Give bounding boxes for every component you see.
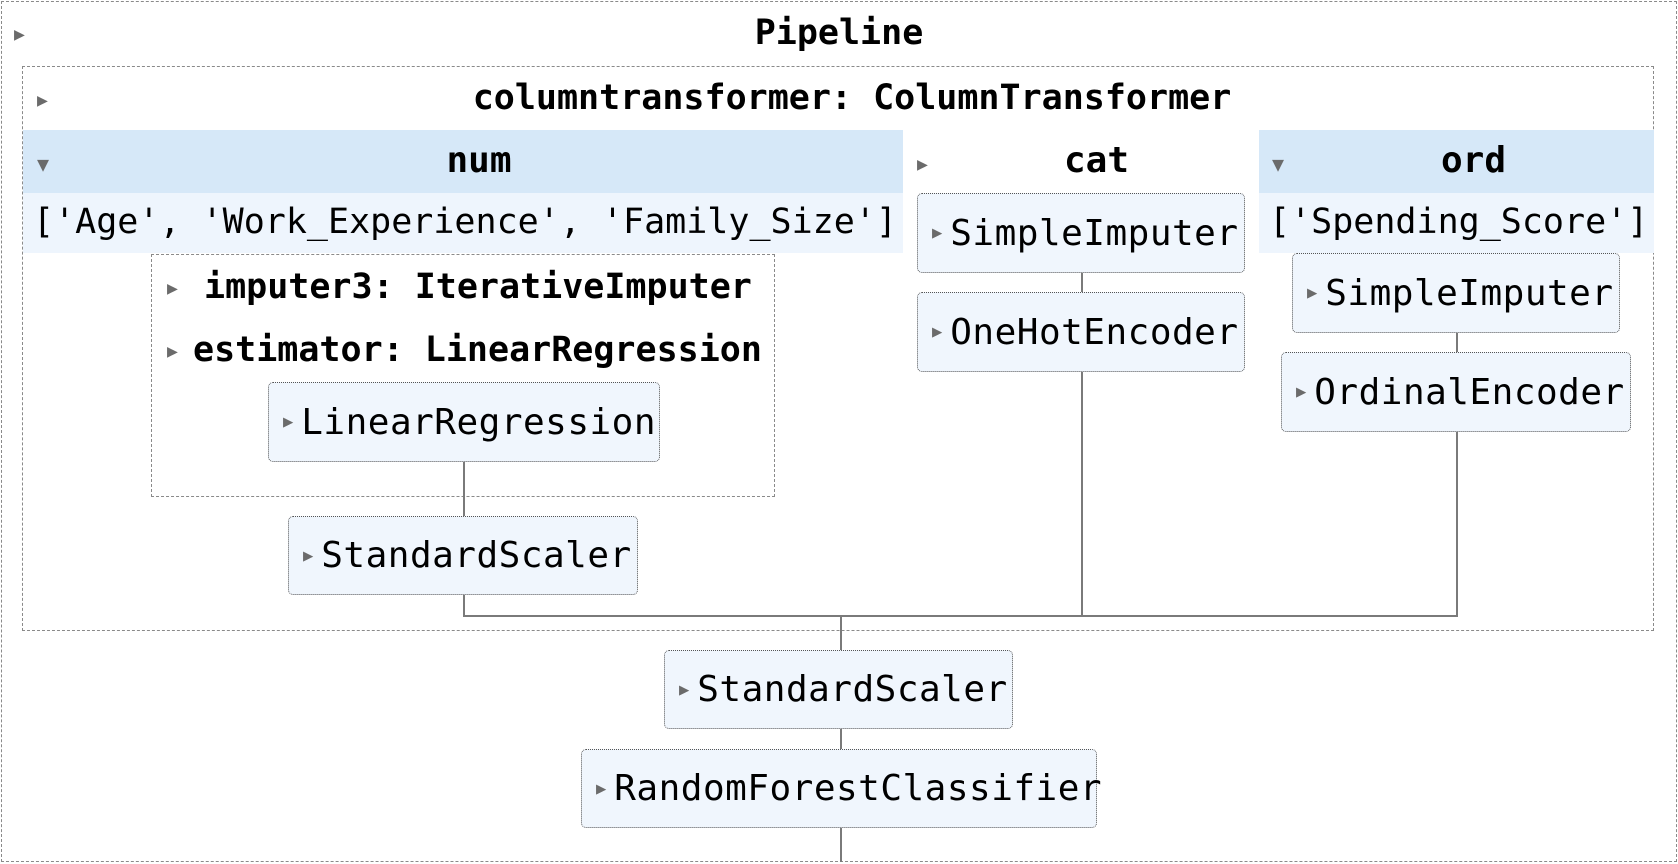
connector-merge-horizontal xyxy=(463,615,1458,617)
connector-classifier-down xyxy=(840,828,842,862)
cat-simpleimputer-expand-icon: ▶ xyxy=(932,223,943,243)
num-standardscaler-step[interactable]: ▶ StandardScaler xyxy=(288,516,638,595)
connector-cat-between xyxy=(1081,273,1083,292)
cat-onehotencoder-step[interactable]: ▶ OneHotEncoder xyxy=(917,292,1245,372)
ord-simpleimputer-expand-icon: ▶ xyxy=(1307,283,1318,303)
ord-ordinalencoder-step[interactable]: ▶ OrdinalEncoder xyxy=(1281,352,1631,432)
cat-onehotencoder-expand-icon: ▶ xyxy=(932,322,943,342)
imputer3-title[interactable]: imputer3: IterativeImputer xyxy=(204,270,752,305)
connector-linreg-scaler xyxy=(463,462,465,516)
pipeline-standardscaler-expand-icon: ▶ xyxy=(679,679,690,700)
ord-simpleimputer-step[interactable]: ▶ SimpleImputer xyxy=(1292,253,1620,333)
connector-num-down xyxy=(463,595,465,616)
linearregression-expand-icon: ▶ xyxy=(283,412,294,432)
linearregression-label: LinearRegression xyxy=(301,401,657,443)
ord-ordinalencoder-label: OrdinalEncoder xyxy=(1314,371,1625,413)
columntransformer-title[interactable]: columntransformer: ColumnTransformer xyxy=(22,81,1678,116)
num-standardscaler-label: StandardScaler xyxy=(321,535,632,576)
imputer3-expand-icon[interactable]: ▶ xyxy=(167,280,178,298)
estimator-title[interactable]: estimator: LinearRegression xyxy=(193,333,762,368)
cat-expand-icon[interactable]: ▶ xyxy=(917,156,928,174)
ord-collapse-icon[interactable]: ▼ xyxy=(1272,154,1284,174)
linearregression-step[interactable]: ▶ LinearRegression xyxy=(268,382,660,462)
ord-columns-list: ['Spending_Score'] xyxy=(1269,202,1649,242)
connector-merge-down xyxy=(840,615,842,650)
cat-onehotencoder-label: OneHotEncoder xyxy=(950,311,1239,353)
randomforestclassifier-step[interactable]: ▶ RandomForestClassifier xyxy=(581,749,1102,828)
connector-scaler-classifier xyxy=(840,729,842,749)
estimator-expand-icon[interactable]: ▶ xyxy=(167,343,178,361)
randomforestclassifier-label: RandomForestClassifier xyxy=(614,768,1103,809)
connector-ord-down xyxy=(1456,432,1458,616)
num-columns-list: ['Age', 'Work_Experience', 'Family_Size'… xyxy=(33,202,897,242)
cat-branch-title[interactable]: cat xyxy=(1064,143,1129,179)
cat-simpleimputer-label: SimpleImputer xyxy=(950,212,1239,254)
connector-ord-between xyxy=(1456,333,1458,352)
ord-ordinalencoder-expand-icon: ▶ xyxy=(1296,382,1307,402)
pipeline-title[interactable]: Pipeline xyxy=(0,16,1678,51)
ord-simpleimputer-label: SimpleImputer xyxy=(1325,272,1614,314)
ord-branch-title[interactable]: ord xyxy=(1441,143,1506,179)
connector-cat-down xyxy=(1081,372,1083,616)
pipeline-standardscaler-label: StandardScaler xyxy=(697,669,1008,710)
num-branch-title[interactable]: num xyxy=(23,143,935,179)
randomforestclassifier-expand-icon: ▶ xyxy=(596,778,607,799)
num-standardscaler-expand-icon: ▶ xyxy=(303,545,314,566)
pipeline-standardscaler-step[interactable]: ▶ StandardScaler xyxy=(664,650,1013,729)
cat-simpleimputer-step[interactable]: ▶ SimpleImputer xyxy=(917,193,1245,273)
